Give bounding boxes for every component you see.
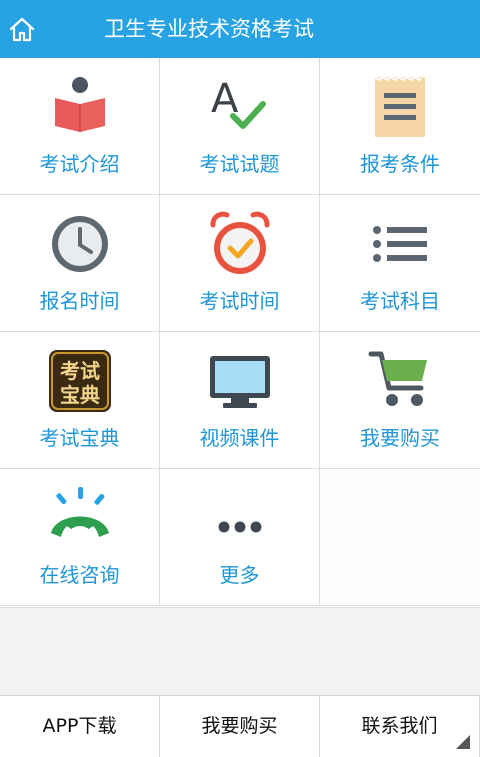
menu-item-registration-time[interactable]: 报名时间 xyxy=(0,195,160,332)
menu-item-label: 考试宝典 xyxy=(39,426,120,450)
phone-ringing-icon xyxy=(47,485,113,551)
document-list-icon xyxy=(367,74,433,140)
menu-item-label: 在线咨询 xyxy=(39,563,120,587)
menu-item-exam-time[interactable]: 考试时间 xyxy=(160,195,320,332)
more-dots-icon xyxy=(207,485,273,551)
reading-person-icon xyxy=(47,74,113,140)
menu-item-label: 视频课件 xyxy=(199,426,280,450)
empty-cell xyxy=(320,469,480,606)
buy-button[interactable]: 我要购买 xyxy=(160,696,320,757)
menu-item-label: 考试时间 xyxy=(199,289,280,313)
menu-item-online-consult[interactable]: 在线咨询 xyxy=(0,469,160,606)
shopping-cart-icon xyxy=(367,348,433,414)
monitor-icon xyxy=(207,348,273,414)
menu-item-label: 考试科目 xyxy=(360,289,440,313)
home-icon xyxy=(9,17,35,42)
menu-item-label: 报考条件 xyxy=(360,152,440,176)
menu-item-requirements[interactable]: 报考条件 xyxy=(320,58,480,195)
clock-icon xyxy=(47,211,113,277)
menu-item-exam-guide[interactable]: 考试 宝典 考试宝典 xyxy=(0,332,160,469)
menu-item-more[interactable]: 更多 xyxy=(160,469,320,606)
menu-item-label: 报名时间 xyxy=(39,289,120,313)
menu-item-label: 更多 xyxy=(219,563,260,587)
page-title: 卫生专业技术资格考试 xyxy=(104,17,314,41)
menu-item-label: 我要购买 xyxy=(360,426,440,450)
svg-text:考试: 考试 xyxy=(60,359,100,383)
svg-text:宝典: 宝典 xyxy=(60,383,100,407)
app-download-button[interactable]: APP下载 xyxy=(0,696,160,757)
letter-a-check-icon: A xyxy=(207,74,273,140)
menu-item-label: 考试介绍 xyxy=(39,152,120,176)
alarm-clock-icon xyxy=(207,211,273,277)
resize-corner-icon xyxy=(456,735,470,749)
bottom-bar: APP下载 我要购买 联系我们 xyxy=(0,695,480,757)
home-button[interactable] xyxy=(0,0,48,58)
menu-item-buy[interactable]: 我要购买 xyxy=(320,332,480,469)
menu-item-video-courses[interactable]: 视频课件 xyxy=(160,332,320,469)
bullet-list-icon xyxy=(367,211,433,277)
menu-grid: 考试介绍 A 考试试题 报考条件 报名时间 考试时间 考试科目 考试 宝典 考试… xyxy=(0,58,480,608)
app-header: 卫生专业技术资格考试 xyxy=(0,0,480,58)
menu-item-exam-intro[interactable]: 考试介绍 xyxy=(0,58,160,195)
menu-item-exam-subjects[interactable]: 考试科目 xyxy=(320,195,480,332)
menu-item-exam-questions[interactable]: A 考试试题 xyxy=(160,58,320,195)
menu-item-label: 考试试题 xyxy=(199,152,280,176)
book-badge-icon: 考试 宝典 xyxy=(47,348,113,414)
